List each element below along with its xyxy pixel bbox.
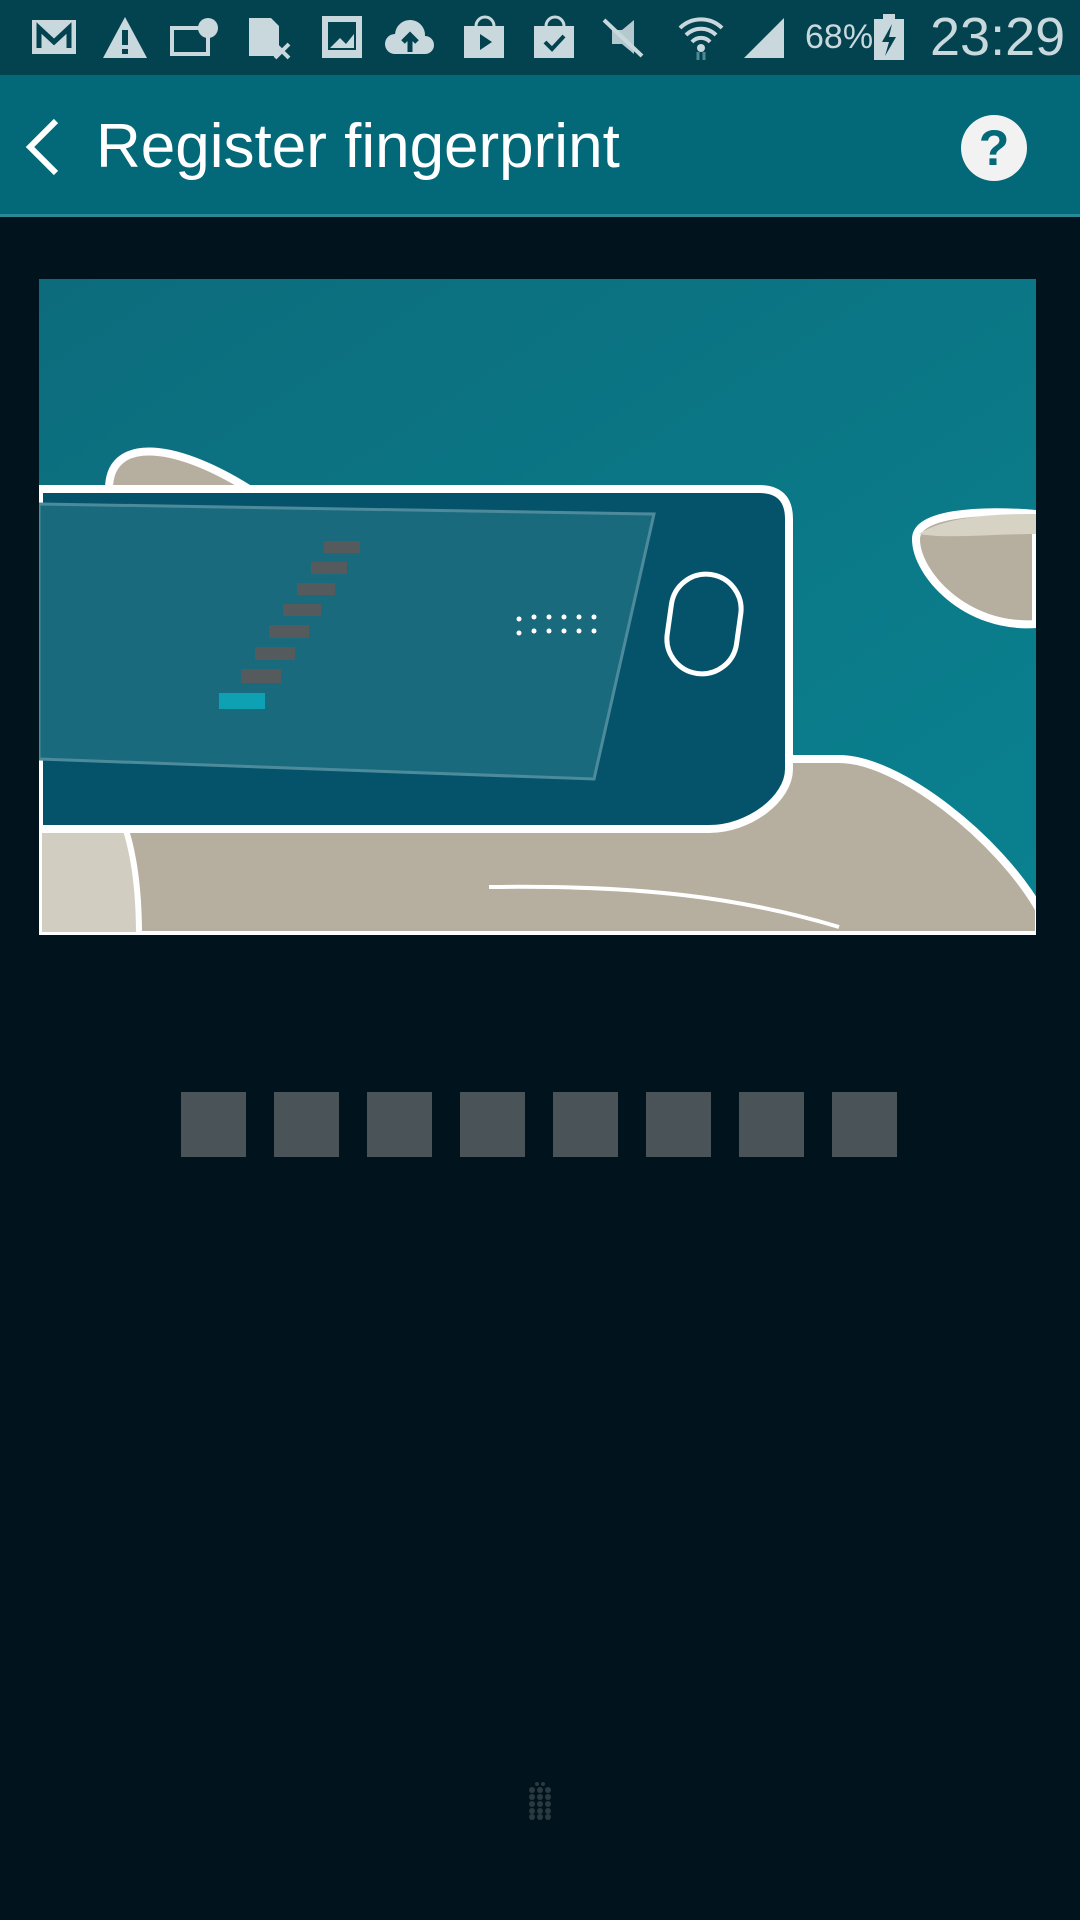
progress-step <box>553 1092 618 1157</box>
store-check-icon <box>530 14 580 60</box>
battery-percent: 68% <box>805 18 874 56</box>
cloud-upload-icon <box>385 14 435 60</box>
help-icon[interactable]: ? <box>961 115 1027 181</box>
gmail-icon <box>30 14 80 60</box>
progress-step <box>646 1092 711 1157</box>
progress-step <box>739 1092 804 1157</box>
progress-step <box>460 1092 525 1157</box>
battery-charging-icon <box>872 14 906 60</box>
page-title: Register fingerprint <box>96 112 620 181</box>
chevron-left-icon[interactable] <box>22 117 62 177</box>
app-bar: Register fingerprint ? <box>0 75 1080 217</box>
play-store-icon <box>460 14 510 60</box>
wifi-icon <box>676 14 726 60</box>
registration-progress <box>181 1092 897 1157</box>
signal-icon <box>740 14 790 60</box>
progress-step <box>181 1092 246 1157</box>
progress-step <box>367 1092 432 1157</box>
status-bar: 68% 23:29 <box>0 0 1080 75</box>
mute-vibrate-icon <box>598 14 648 60</box>
fingerprint-sensor-icon <box>529 1782 551 1820</box>
sim-error-icon <box>245 14 295 60</box>
warning-icon <box>100 14 150 60</box>
fingerprint-illustration <box>39 279 1036 935</box>
nfc-icon <box>170 14 220 60</box>
progress-step <box>832 1092 897 1157</box>
gallery-icon <box>318 14 368 60</box>
clock: 23:29 <box>930 7 1066 67</box>
progress-step <box>274 1092 339 1157</box>
